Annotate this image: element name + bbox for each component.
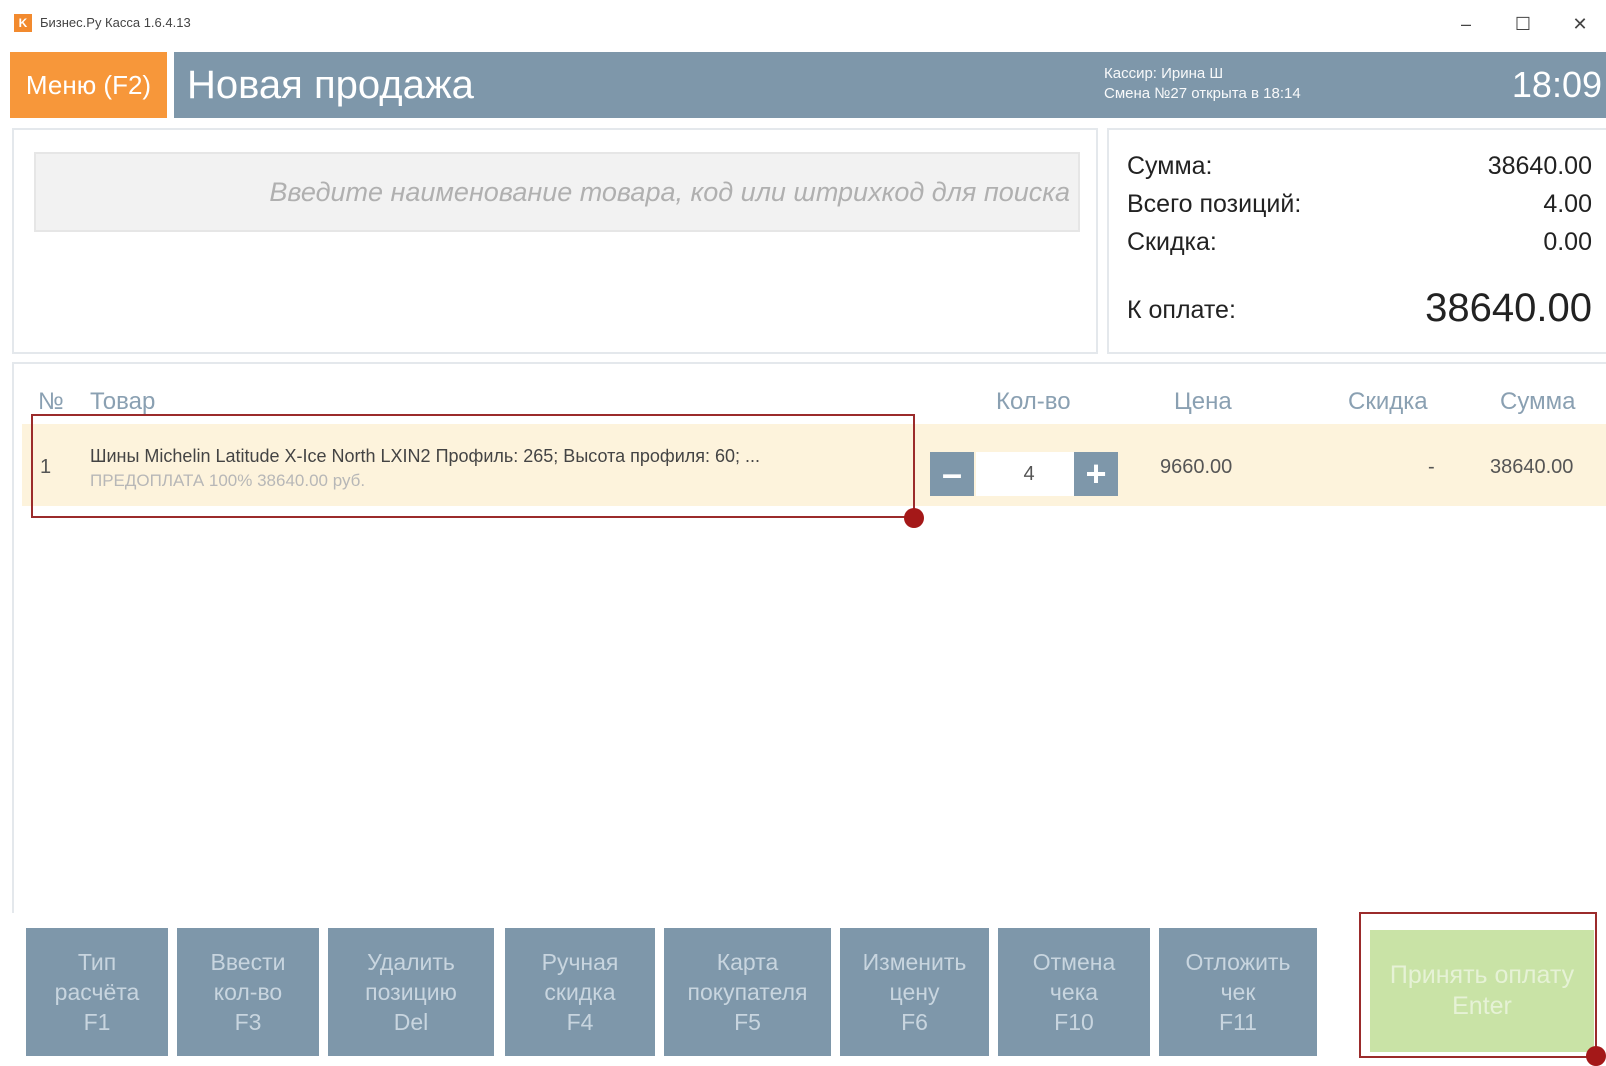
btn-key: F5 [734, 1009, 761, 1035]
menu-button[interactable]: Меню (F2) [10, 52, 167, 118]
maximize-button[interactable]: ☐ [1503, 8, 1543, 40]
manual-discount-button[interactable]: Ручная скидка F4 [505, 928, 655, 1056]
discount-value: 0.00 [1543, 228, 1592, 256]
btn-key: F10 [1054, 1009, 1094, 1035]
shift-info: Смена №27 открыта в 18:14 [1104, 85, 1301, 102]
btn-line1: Ввести [210, 949, 286, 975]
postpone-receipt-button[interactable]: Отложить чек F11 [1159, 928, 1317, 1056]
enter-qty-button[interactable]: Ввести кол-во F3 [177, 928, 319, 1056]
btn-line2: скидка [544, 979, 616, 1005]
row-discount: - [1428, 456, 1435, 478]
btn-line2: кол-во [213, 979, 283, 1005]
row-sum: 38640.00 [1490, 456, 1574, 478]
btn-key: F4 [566, 1009, 594, 1035]
btn-line2: чек [1220, 979, 1256, 1005]
customer-card-button[interactable]: Карта покупателя F5 [664, 928, 831, 1056]
discount-label: Скидка: [1127, 228, 1217, 256]
qty-decrease-button[interactable]: – [930, 452, 974, 496]
positions-label: Всего позиций: [1127, 190, 1302, 218]
btn-line2: покупателя [687, 979, 808, 1005]
header-bar: Новая продажа Кассир: Ирина Ш Смена №27 … [174, 52, 1606, 118]
btn-line2: расчёта [54, 979, 140, 1005]
btn-line1: Тип [77, 949, 117, 975]
col-header-qty: Кол-во [996, 388, 1071, 415]
window-title: Бизнес.Ру Касса 1.6.4.13 [40, 15, 191, 30]
row-price: 9660.00 [1160, 456, 1233, 478]
btn-line1: Изменить [862, 949, 967, 975]
annotation-marker [1586, 1046, 1606, 1066]
btn-key: F1 [83, 1009, 111, 1035]
page-title: Новая продажа [187, 63, 474, 107]
btn-key: Del [393, 1009, 429, 1035]
delete-position-button[interactable]: Удалить позицию Del [328, 928, 494, 1056]
sum-value: 38640.00 [1487, 152, 1592, 180]
search-panel [12, 128, 1098, 354]
btn-key: F6 [901, 1009, 928, 1035]
btn-line1: Отложить [1185, 949, 1291, 975]
positions-value: 4.00 [1543, 190, 1592, 218]
close-button[interactable]: ✕ [1560, 8, 1600, 40]
btn-line2: позицию [365, 979, 457, 1005]
app-header: Меню (F2) Новая продажа Кассир: Ирина Ш … [0, 52, 1606, 118]
pay-label: Принять оплату [1389, 961, 1575, 989]
btn-line2: цену [889, 979, 940, 1005]
btn-line1: Удалить [367, 949, 455, 975]
sum-label: Сумма: [1127, 152, 1213, 180]
to-pay-label: К оплате: [1127, 296, 1236, 324]
change-price-button[interactable]: Изменить цену F6 [840, 928, 989, 1056]
totals-panel: Сумма: 38640.00 Всего позиций: 4.00 Скид… [1107, 128, 1606, 354]
btn-key: F3 [234, 1009, 262, 1035]
app-logo-icon: K [14, 14, 32, 32]
col-header-num: № [38, 388, 64, 415]
cashier-info: Кассир: Ирина Ш Смена №27 открыта в 18:1… [1104, 64, 1301, 104]
col-header-sum: Сумма [1500, 388, 1576, 415]
annotation-marker [904, 508, 924, 528]
btn-line1: Отмена [1032, 949, 1116, 975]
qty-increase-button[interactable]: + [1074, 452, 1118, 496]
window-titlebar: K Бизнес.Ру Касса 1.6.4.13 – ☐ ✕ [0, 0, 1606, 48]
search-input[interactable] [34, 152, 1080, 232]
btn-line2: чека [1049, 979, 1099, 1005]
qty-value[interactable]: 4 [976, 452, 1082, 496]
payment-type-button[interactable]: Тип расчёта F1 [26, 928, 168, 1056]
btn-line1: Ручная [541, 949, 619, 975]
minimize-button[interactable]: – [1446, 8, 1486, 40]
col-header-product: Товар [90, 388, 156, 415]
to-pay-value: 38640.00 [1425, 286, 1592, 330]
clock: 18:09 [1511, 64, 1602, 105]
col-header-discount: Скидка [1348, 388, 1428, 415]
btn-line1: Карта [716, 949, 779, 975]
pay-key: Enter [1452, 992, 1512, 1020]
cashier-name: Кассир: Ирина Ш [1104, 65, 1224, 82]
col-header-price: Цена [1174, 388, 1232, 415]
cancel-receipt-button[interactable]: Отмена чека F10 [998, 928, 1150, 1056]
annotation-box [31, 414, 915, 518]
btn-key: F11 [1219, 1009, 1257, 1035]
accept-payment-button[interactable]: Принять оплату Enter [1370, 930, 1594, 1052]
